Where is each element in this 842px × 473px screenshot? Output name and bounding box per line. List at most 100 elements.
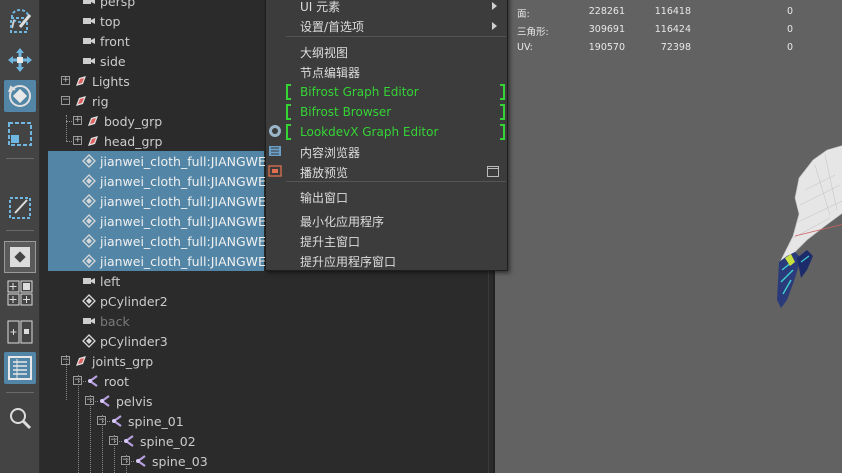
plugin-bracket-icon — [286, 104, 291, 120]
menu-item-label: LookdevX Graph Editor — [300, 125, 439, 139]
outliner-item-jianwei-cloth-full-jiangwei-[interactable]: jianwei_cloth_full:JIANGWEI_ — [48, 251, 276, 271]
camera-icon — [82, 34, 96, 48]
group-icon — [74, 354, 88, 368]
layout-four-icon[interactable] — [4, 277, 36, 309]
search-icon[interactable] — [4, 402, 36, 434]
plugin-bracket-icon — [500, 124, 505, 140]
mesh-icon — [82, 154, 96, 168]
outliner-item-jianwei-cloth-full-jiangwei-[interactable]: jianwei_cloth_full:JIANGWEI_ — [48, 231, 276, 251]
menu-item-4[interactable]: Bifrost Graph Editor — [266, 82, 507, 102]
outliner-item-label: root — [104, 373, 130, 389]
mesh-icon — [82, 174, 96, 188]
menu-item-label: 提升主窗口 — [300, 234, 361, 249]
outliner-item-joints-grp[interactable]: joints_grp — [48, 351, 488, 371]
plugin-bracket-icon — [500, 104, 505, 120]
outliner-item-label: back — [100, 313, 130, 329]
outliner-item-left[interactable]: left — [48, 271, 488, 291]
windows-dropdown-menu: UI 元素 设置/首选项 大纲视图节点编辑器 Bifrost Graph Editor… — [265, 0, 508, 271]
outliner-item-jianwei-cloth-full-jiangwei-[interactable]: jianwei_cloth_full:JIANGWEI_ — [48, 191, 276, 211]
outliner-item-back[interactable]: back — [48, 311, 488, 331]
group-icon — [74, 74, 88, 88]
outliner-item-label: spine_03 — [152, 453, 208, 469]
outliner-item-label: top — [100, 13, 121, 29]
plugin-bracket-icon — [286, 84, 291, 100]
menu-item-2[interactable]: 大纲视图 — [266, 42, 507, 62]
camera-icon — [82, 54, 96, 68]
mesh-icon — [82, 214, 96, 228]
menu-item-label: Bifrost Browser — [300, 105, 392, 119]
outliner-item-root[interactable]: root — [48, 371, 488, 391]
outliner-item-label: joints_grp — [92, 353, 154, 369]
menu-item-0[interactable]: UI 元素 — [266, 0, 507, 16]
menu-item-label: Bifrost Graph Editor — [300, 85, 419, 99]
menu-item-11[interactable]: 提升主窗口 — [266, 231, 507, 251]
group-icon — [86, 134, 100, 148]
option-box-icon[interactable] — [487, 166, 499, 177]
outliner-item-label: front — [100, 33, 130, 49]
outliner-item-label: jianwei_cloth_full:JIANGWEI_ — [100, 253, 276, 269]
outliner-item-label: spine_02 — [140, 433, 196, 449]
layout-single-icon[interactable] — [4, 241, 36, 273]
menu-item-5[interactable]: Bifrost Browser — [266, 102, 507, 122]
outliner-item-label: jianwei_cloth_full:JIANGWEI_ — [100, 173, 276, 189]
cloth-mesh-render — [777, 145, 842, 308]
menu-item-10[interactable]: 最小化应用程序 — [266, 211, 507, 231]
menu-item-9[interactable]: 输出窗口 — [266, 187, 507, 207]
submenu-arrow-icon — [492, 22, 497, 30]
outliner-item-label: jianwei_cloth_full:JIANGWEI_ — [100, 233, 276, 249]
camera-icon — [82, 0, 96, 8]
menu-item-3[interactable]: 节点编辑器 — [266, 62, 507, 82]
expand-toggle-icon[interactable]: + — [73, 116, 82, 125]
outliner-item-jianwei-cloth-full-jiangwei-[interactable]: jianwei_cloth_full:JIANGWEI_ — [48, 171, 276, 191]
joint-icon — [98, 394, 112, 408]
content-browser-icon — [268, 124, 281, 137]
outliner-layout-icon[interactable] — [4, 352, 36, 384]
joint-icon — [86, 374, 100, 388]
group-icon — [86, 114, 100, 128]
expand-toggle-icon[interactable]: + — [61, 76, 70, 85]
menu-item-6[interactable]: LookdevX Graph Editor — [266, 122, 507, 142]
menu-item-12[interactable]: 提升应用程序窗口 — [266, 251, 507, 271]
rotate-tool-icon[interactable] — [4, 80, 36, 112]
outliner-item-label: pelvis — [116, 393, 153, 409]
menu-item-7[interactable]: 内容浏览器 — [266, 142, 507, 162]
mesh-icon — [82, 234, 96, 248]
outliner-item-label: pCylinder2 — [100, 293, 168, 309]
mesh-icon — [82, 334, 96, 348]
menu-item-8[interactable]: 播放预览 — [266, 162, 507, 182]
menu-item-label: 输出窗口 — [300, 190, 349, 205]
expand-toggle-icon[interactable]: + — [73, 136, 82, 145]
outliner-item-label: jianwei_cloth_full:JIANGWEI_ — [100, 153, 276, 169]
outliner-item-pcylinder2[interactable]: pCylinder2 — [48, 291, 488, 311]
menu-item-label: 提升应用程序窗口 — [300, 254, 397, 269]
move-tool-icon[interactable] — [4, 44, 36, 76]
outliner-item-label: Lights — [92, 73, 130, 89]
plugin-bracket-icon — [286, 124, 291, 140]
scale-tool-icon[interactable] — [4, 118, 36, 150]
menu-item-label: 节点编辑器 — [300, 65, 361, 80]
outliner-item-label: spine_01 — [128, 413, 184, 429]
playblast-icon — [268, 144, 281, 156]
tool-strip — [0, 0, 40, 473]
menu-item-1[interactable]: 设置/首选项 — [266, 16, 507, 36]
outliner-item-pcylinder3[interactable]: pCylinder3 — [48, 331, 488, 351]
camera-icon — [82, 314, 96, 328]
soft-mod-tool-icon[interactable] — [4, 192, 36, 224]
joint-icon — [110, 414, 124, 428]
menu-item-label: 最小化应用程序 — [300, 214, 385, 229]
output-window-icon — [268, 164, 282, 177]
group-icon — [74, 94, 88, 108]
outliner-item-jianwei-cloth-full-jiangwei-[interactable]: jianwei_cloth_full:JIANGWEI_ — [48, 151, 276, 171]
outliner-item-jianwei-cloth-full-jiangwei-[interactable]: jianwei_cloth_full:JIANGWEI_ — [48, 211, 276, 231]
joint-icon — [122, 434, 136, 448]
viewport-panel[interactable]: 面: 228261 116418 0 三角形: 309691 116424 0 UV: 19057… — [493, 0, 842, 473]
outliner-item-label: head_grp — [104, 133, 163, 149]
outliner-item-label: jianwei_cloth_full:JIANGWEI_ — [100, 213, 276, 229]
expand-toggle-icon[interactable]: − — [61, 96, 70, 105]
joint-icon — [134, 454, 148, 468]
outliner-item-spine-01[interactable]: spine_01 — [48, 411, 488, 431]
outliner-item-label: pCylinder3 — [100, 333, 168, 349]
outliner-item-pelvis[interactable]: pelvis — [48, 391, 488, 411]
layout-two-icon[interactable] — [4, 316, 36, 348]
paint-select-tool-icon[interactable] — [6, 10, 36, 38]
